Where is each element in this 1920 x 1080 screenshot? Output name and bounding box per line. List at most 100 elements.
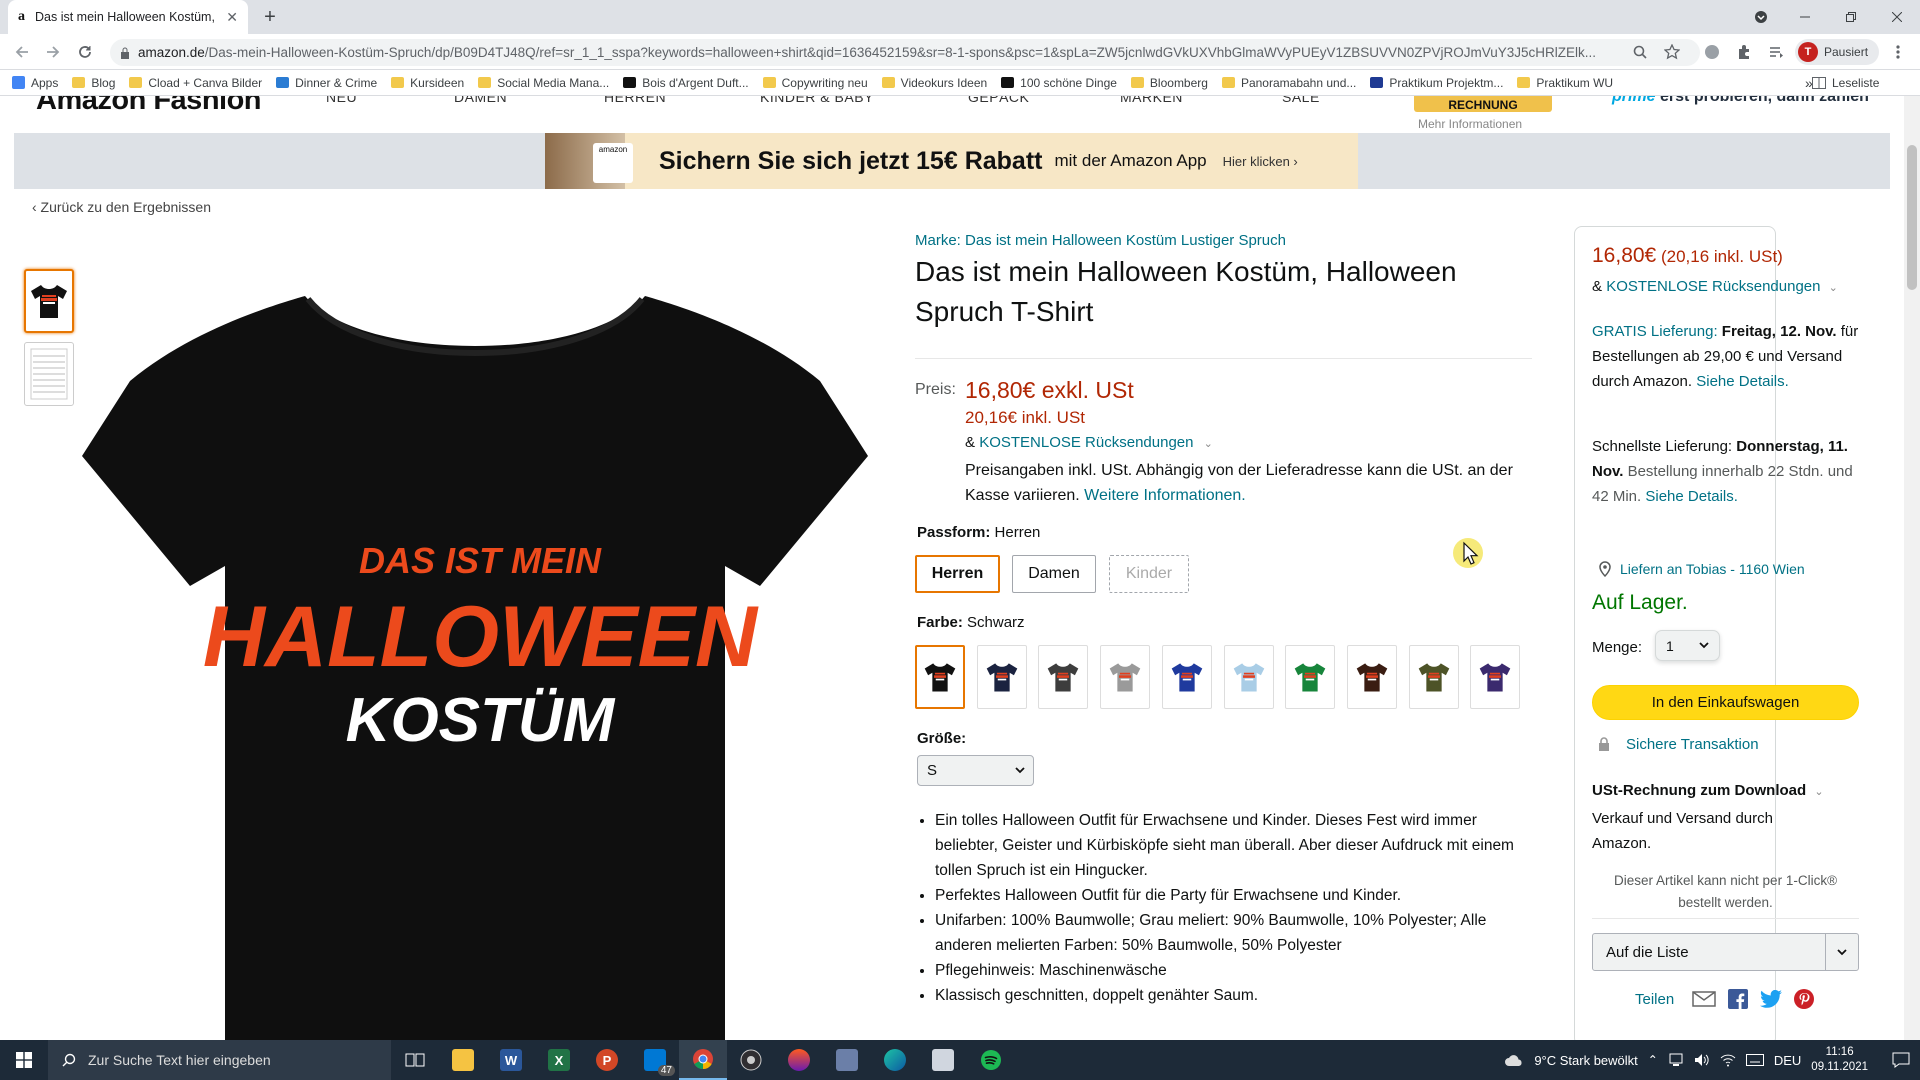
color-swatch[interactable]	[1346, 645, 1397, 709]
app-icon[interactable]	[823, 1040, 871, 1080]
twitter-icon[interactable]	[1760, 990, 1783, 1008]
tab-search-button[interactable]	[1738, 0, 1784, 34]
extensions-puzzle-icon[interactable]	[1732, 40, 1756, 64]
bookmark-item[interactable]: Blog	[72, 76, 115, 90]
chrome-icon[interactable]	[679, 1040, 727, 1080]
fit-option-damen[interactable]: Damen	[1012, 555, 1096, 593]
network-icon[interactable]	[1668, 1053, 1684, 1067]
keyboard-icon[interactable]	[1745, 1054, 1764, 1066]
thumbnail-size-chart[interactable]	[24, 342, 74, 406]
app-promo-banner[interactable]: Sichern Sie sich jetzt 15€ Rabatt mit de…	[545, 133, 1358, 189]
wifi-icon[interactable]	[1720, 1053, 1736, 1067]
address-bar[interactable]: amazon.de/Das-mein-Halloween-Kostüm-Spru…	[110, 39, 1700, 66]
clock[interactable]: 11:16 09.11.2021	[1811, 1045, 1868, 1075]
bookmark-item[interactable]: Praktikum WU	[1517, 76, 1613, 90]
volume-icon[interactable]	[1694, 1053, 1710, 1067]
color-swatch[interactable]	[1038, 645, 1089, 709]
free-delivery-link[interactable]: GRATIS Lieferung:	[1592, 323, 1718, 340]
extension-icon[interactable]	[1700, 40, 1724, 64]
nav-kinder-baby[interactable]: KINDER & BABY	[760, 96, 874, 105]
add-to-list-button[interactable]: Auf die Liste	[1592, 933, 1859, 971]
color-swatch[interactable]	[1408, 645, 1459, 709]
nav-marken[interactable]: MARKEN	[1120, 96, 1183, 105]
lock-icon[interactable]	[120, 47, 130, 59]
spotify-icon[interactable]	[967, 1040, 1015, 1080]
chevron-down-icon[interactable]: ⌄	[1814, 786, 1823, 798]
pinterest-icon[interactable]	[1794, 989, 1815, 1009]
bookmark-item[interactable]: Kursideen	[391, 76, 464, 90]
promo-cta-link[interactable]: Hier klicken ›	[1223, 154, 1298, 169]
windows-start-button[interactable]	[0, 1040, 48, 1080]
back-button[interactable]	[10, 40, 34, 64]
app-icon[interactable]	[919, 1040, 967, 1080]
color-swatch[interactable]	[1470, 645, 1521, 709]
vat-invoice[interactable]: USt-Rechnung zum Download ⌄	[1592, 782, 1824, 799]
notifications-icon[interactable]	[1892, 1052, 1910, 1068]
chevron-up-icon[interactable]: ⌃	[1648, 1053, 1658, 1067]
bookmark-item[interactable]: Cload + Canva Bilder	[129, 76, 262, 90]
bookmark-item[interactable]: 100 schöne Dinge	[1001, 76, 1117, 90]
color-swatch[interactable]	[976, 645, 1027, 709]
nav-neu[interactable]: NEU	[326, 96, 357, 105]
color-swatch[interactable]	[1161, 645, 1212, 709]
powerpoint-icon[interactable]: P	[583, 1040, 631, 1080]
color-swatch[interactable]	[1285, 645, 1336, 709]
chevron-down-icon[interactable]: ⌄	[1204, 438, 1213, 450]
edge-icon[interactable]	[871, 1040, 919, 1080]
close-window-button[interactable]	[1874, 0, 1920, 34]
chevron-down-icon[interactable]	[1825, 934, 1858, 970]
color-swatch[interactable]	[1100, 645, 1151, 709]
chevron-down-icon[interactable]: ⌄	[1829, 282, 1838, 294]
bookmark-star-icon[interactable]	[1660, 40, 1684, 64]
zoom-icon[interactable]	[1628, 40, 1652, 64]
minimize-button[interactable]	[1782, 0, 1828, 34]
browser-tab-active[interactable]: a Das ist mein Halloween Kostüm, ✕	[8, 0, 248, 34]
taskbar-search-box[interactable]: Zur Suche Text hier eingeben	[48, 1040, 391, 1080]
fast-delivery-details-link[interactable]: Siehe Details.	[1645, 488, 1738, 505]
excel-icon[interactable]: X	[535, 1040, 583, 1080]
nav-sale[interactable]: SALE	[1282, 96, 1320, 105]
bookmark-item[interactable]: Dinner & Crime	[276, 76, 377, 90]
scrollbar-thumb[interactable]	[1907, 145, 1917, 290]
weather-text[interactable]: 9°C Stark bewölkt	[1534, 1053, 1637, 1068]
profile-button[interactable]: T Pausiert	[1795, 39, 1879, 65]
task-view-icon[interactable]	[391, 1040, 439, 1080]
new-tab-button[interactable]: +	[258, 5, 282, 29]
restore-button[interactable]	[1828, 0, 1874, 34]
reload-button[interactable]	[73, 40, 97, 64]
nav-herren[interactable]: HERREN	[604, 96, 666, 105]
media-control-icon[interactable]	[1764, 40, 1788, 64]
invoice-info-link[interactable]: Mehr Informationen	[1418, 117, 1522, 131]
nav-gepaeck[interactable]: GEPÄCK	[968, 96, 1029, 105]
color-swatch[interactable]	[915, 645, 965, 709]
fit-option-herren[interactable]: Herren	[915, 555, 1000, 593]
app-icon[interactable]	[775, 1040, 823, 1080]
facebook-icon[interactable]	[1728, 989, 1749, 1009]
bookmark-item[interactable]: Bloomberg	[1130, 76, 1208, 90]
bookmark-item[interactable]: Videokurs Ideen	[881, 76, 987, 90]
browser-menu-icon[interactable]	[1886, 40, 1910, 64]
size-select[interactable]: S	[917, 755, 1034, 786]
bookmark-item[interactable]: Apps	[12, 76, 58, 90]
secure-transaction-link[interactable]: Sichere Transaktion	[1598, 736, 1759, 753]
file-explorer-icon[interactable]	[439, 1040, 487, 1080]
color-swatch[interactable]	[1223, 645, 1274, 709]
close-tab-icon[interactable]: ✕	[226, 9, 238, 26]
buybox-returns-link[interactable]: KOSTENLOSE Rücksendungen	[1606, 278, 1820, 295]
free-returns-link[interactable]: KOSTENLOSE Rücksendungen	[979, 434, 1193, 451]
invoice-badge[interactable]: RECHNUNG	[1414, 96, 1552, 112]
obs-icon[interactable]	[727, 1040, 775, 1080]
forward-button[interactable]	[41, 40, 65, 64]
mail-icon[interactable]: 47	[631, 1040, 679, 1080]
add-to-cart-button[interactable]: In den Einkaufswagen	[1592, 685, 1859, 720]
quantity-select[interactable]: 1	[1655, 630, 1720, 661]
bookmark-item[interactable]: Copywriting neu	[762, 76, 868, 90]
nav-damen[interactable]: DAMEN	[454, 96, 507, 105]
more-info-link[interactable]: Weitere Informationen.	[1084, 487, 1246, 504]
amazon-fashion-logo[interactable]: Amazon Fashion	[36, 96, 262, 117]
bookmark-item[interactable]: Panoramabahn und...	[1221, 76, 1356, 90]
deliver-to-location[interactable]: Liefern an Tobias - 1160 Wien	[1598, 561, 1805, 577]
bookmark-item[interactable]: Bois d'Argent Duft...	[623, 76, 749, 90]
delivery-details-link[interactable]: Siehe Details.	[1696, 373, 1789, 390]
back-to-results-link[interactable]: ‹ Zurück zu den Ergebnissen	[32, 199, 211, 215]
